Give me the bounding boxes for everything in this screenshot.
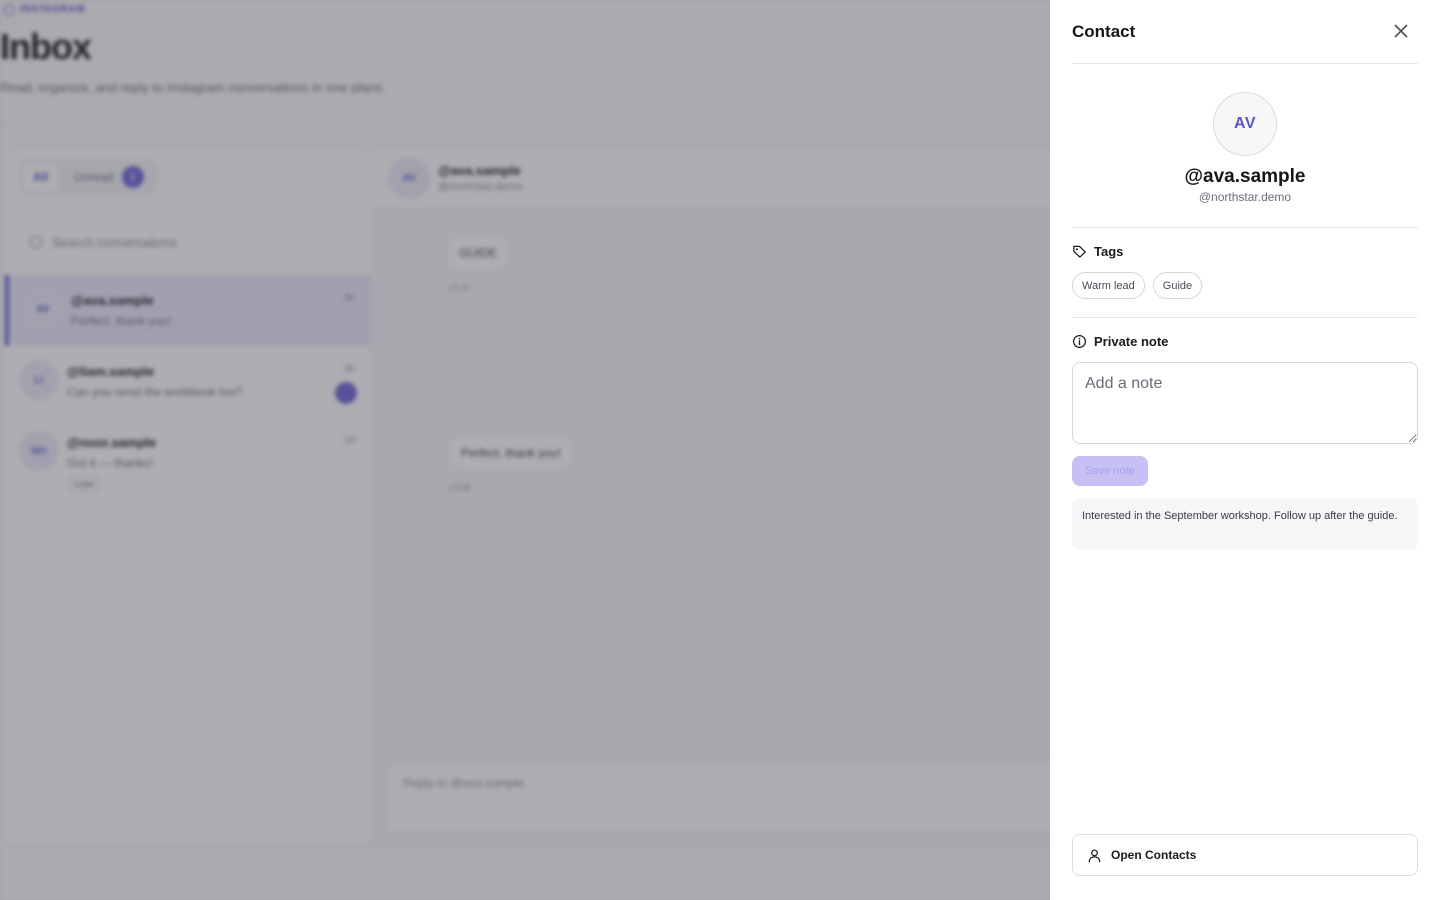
close-button[interactable]	[1390, 20, 1412, 42]
tags-heading: Tags	[1072, 244, 1123, 259]
open-contacts-button[interactable]: Open Contacts	[1072, 834, 1418, 876]
info-icon	[1072, 334, 1087, 349]
contact-handle: @ava.sample	[1184, 166, 1306, 187]
contact-account: @northstar.demo	[1198, 190, 1292, 204]
open-contacts-label: Open Contacts	[1111, 848, 1197, 862]
contact-drawer: Contact AV @ava.sample @northstar.demo T…	[1050, 0, 1440, 900]
user-icon	[1088, 848, 1101, 862]
tags-heading-label: Tags	[1094, 244, 1124, 259]
tag-icon	[1073, 245, 1086, 258]
divider	[1072, 63, 1418, 64]
contact-avatar: AV	[1213, 92, 1277, 156]
private-note-heading: Private note	[1072, 334, 1168, 349]
private-note-label: Private note	[1094, 334, 1169, 349]
divider	[1072, 317, 1418, 318]
close-icon	[1394, 24, 1408, 38]
drawer-title: Contact	[1072, 22, 1136, 41]
tag-chip-guide[interactable]: Guide	[1152, 272, 1203, 299]
save-note-button[interactable]: Save note	[1072, 456, 1148, 486]
saved-note: Interested in the September workshop. Fo…	[1072, 498, 1418, 550]
tag-list: Warm lead Guide	[1072, 272, 1203, 299]
private-note-input[interactable]	[1072, 362, 1418, 444]
divider	[1072, 227, 1418, 228]
tag-chip-warm-lead[interactable]: Warm lead	[1072, 272, 1145, 299]
